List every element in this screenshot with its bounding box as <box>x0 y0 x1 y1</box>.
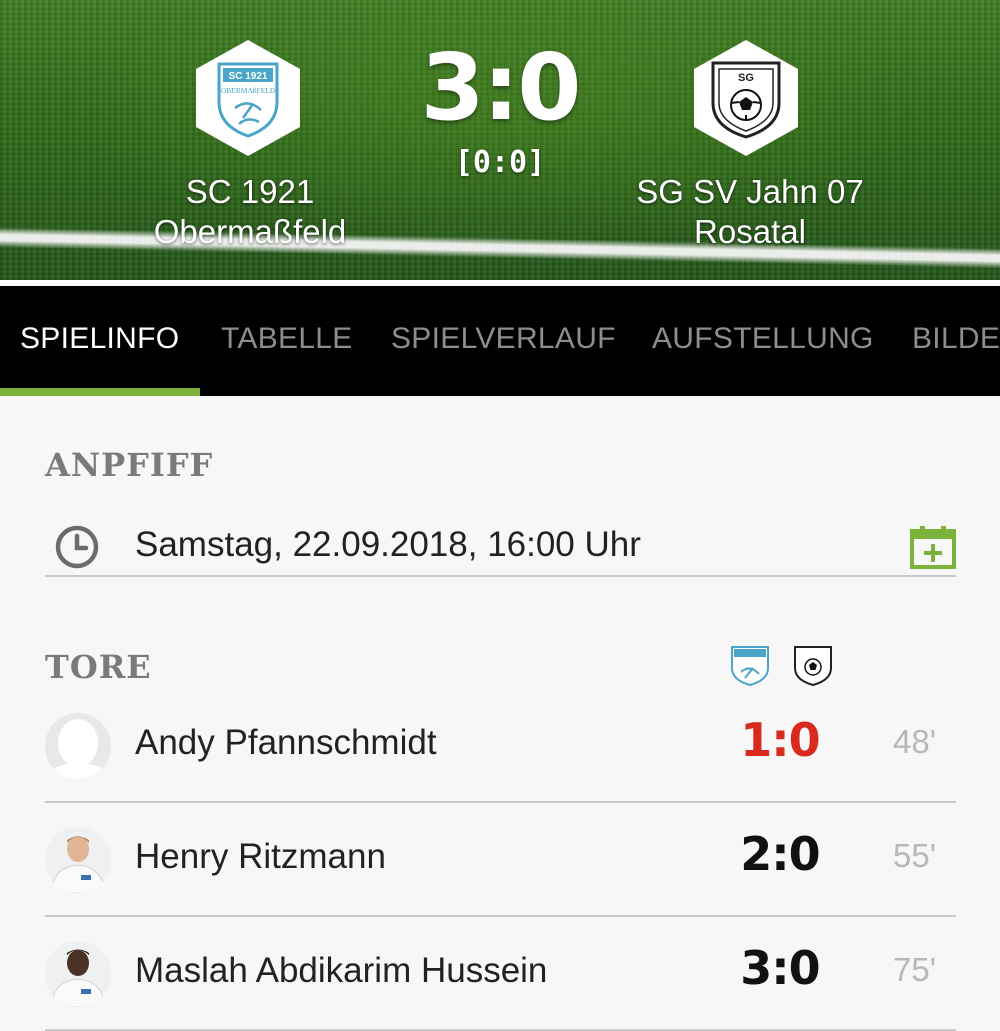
calendar-add-icon[interactable] <box>910 525 956 569</box>
tab-aufstellung[interactable]: AUFSTELLUNG <box>652 322 874 356</box>
player-avatar <box>45 941 111 1007</box>
home-mini-logo-icon <box>731 646 769 686</box>
tab-spielverlauf[interactable]: SPIELVERLAUF <box>391 322 616 356</box>
home-team-name-line2: Obermaßfeld <box>153 213 347 250</box>
away-team-name-line1: SG SV Jahn 07 <box>636 173 864 210</box>
player-photo-icon <box>45 941 111 1007</box>
away-team-name: SG SV Jahn 07 Rosatal <box>600 172 900 252</box>
goal-row[interactable]: Maslah Abdikarim Hussein 3:0 75' <box>45 917 956 1031</box>
svg-text:SC 1921: SC 1921 <box>229 71 268 82</box>
clock-icon <box>55 525 99 569</box>
goals-section-title: TORE <box>45 648 152 686</box>
tab-bilder[interactable]: BILDE <box>912 322 1000 356</box>
goal-minute: 75' <box>892 951 936 988</box>
away-team-logo[interactable]: SG <box>694 40 798 156</box>
user-silhouette-icon <box>45 713 111 779</box>
tab-bar: SPIELINFO TABELLE SPIELVERLAUF AUFSTELLU… <box>0 286 1000 396</box>
match-header: SC 1921 OBERMAßFELD SG SC 1921 Obermaßfe… <box>0 0 1000 280</box>
home-team-logo[interactable]: SC 1921 OBERMAßFELD <box>196 40 300 156</box>
player-photo-icon <box>45 827 111 893</box>
goal-row[interactable]: Henry Ritzmann 2:0 55' <box>45 803 956 917</box>
player-name: Andy Pfannschmidt <box>135 723 437 762</box>
home-team-name-line1: SC 1921 <box>185 173 315 210</box>
svg-text:SG: SG <box>738 72 754 84</box>
away-crest-icon: SG <box>711 61 781 139</box>
goal-minute: 48' <box>892 723 936 760</box>
kickoff-row: Samstag, 22.09.2018, 16:00 Uhr <box>45 515 956 577</box>
away-team-name-line2: Rosatal <box>694 213 806 250</box>
kickoff-section-title: ANPFIFF <box>45 446 214 484</box>
away-mini-logo-icon <box>794 646 832 686</box>
goal-score: 2:0 <box>740 827 820 881</box>
home-team-name: SC 1921 Obermaßfeld <box>100 172 400 252</box>
active-tab-indicator <box>0 388 200 396</box>
goal-score: 3:0 <box>740 941 820 995</box>
player-name: Henry Ritzmann <box>135 837 386 876</box>
player-name: Maslah Abdikarim Hussein <box>135 951 548 990</box>
player-avatar-placeholder <box>45 713 111 779</box>
goal-minute: 55' <box>892 837 936 874</box>
halftime-score: [0:0] <box>454 145 546 180</box>
goal-row[interactable]: Andy Pfannschmidt 1:0 48' <box>45 689 956 803</box>
home-crest-icon: SC 1921 OBERMAßFELD <box>217 62 279 138</box>
tab-tabelle[interactable]: TABELLE <box>221 322 353 356</box>
player-avatar <box>45 827 111 893</box>
final-score: 3:0 <box>420 34 582 141</box>
kickoff-datetime: Samstag, 22.09.2018, 16:00 Uhr <box>135 525 641 564</box>
svg-text:OBERMAßFELD: OBERMAßFELD <box>221 86 276 95</box>
goal-score: 1:0 <box>740 713 820 767</box>
tab-spielinfo[interactable]: SPIELINFO <box>20 322 179 356</box>
